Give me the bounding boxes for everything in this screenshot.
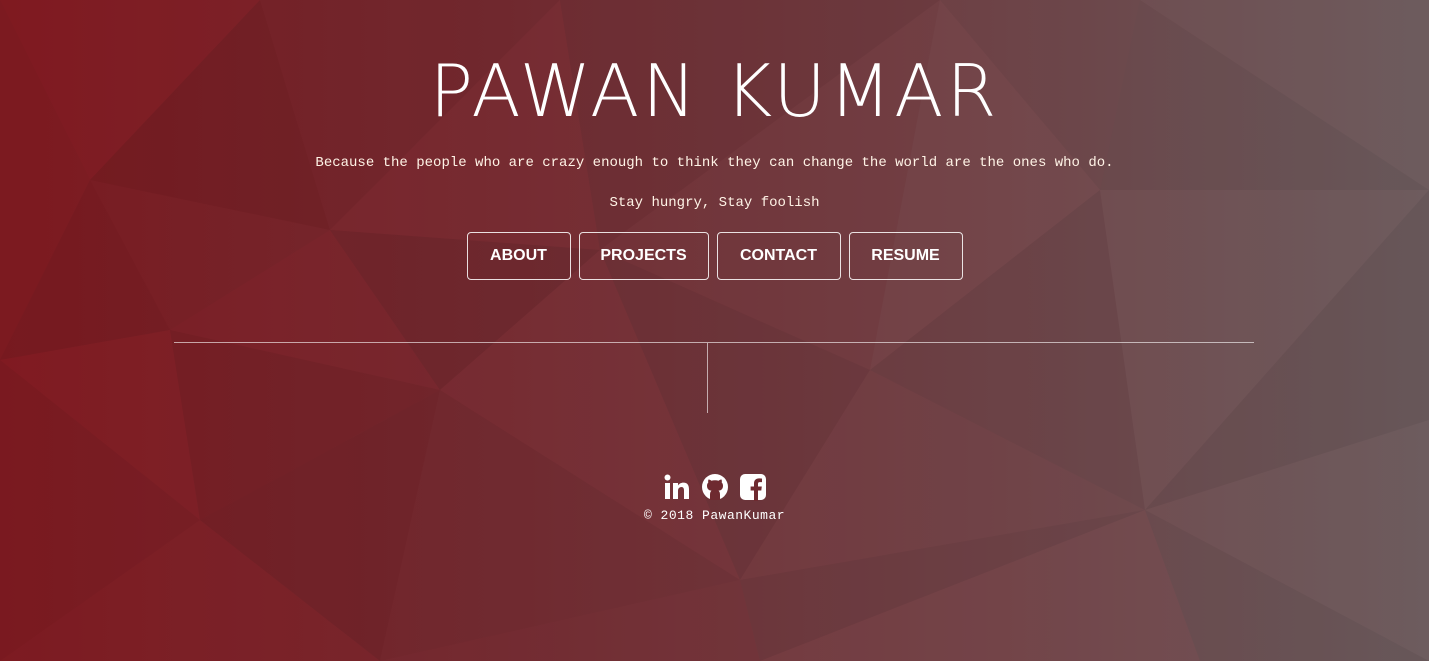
contact-button[interactable]: CONTACT	[716, 232, 841, 280]
social-links	[0, 472, 1429, 502]
main-nav: ABOUT PROJECTS CONTACT RESUME	[0, 232, 1429, 280]
linkedin-icon	[664, 474, 689, 499]
about-button[interactable]: ABOUT	[466, 232, 571, 280]
vertical-divider	[707, 343, 708, 413]
projects-button[interactable]: PROJECTS	[578, 232, 709, 280]
page-title: PAWAN KUMAR	[429, 49, 1000, 133]
resume-button[interactable]: RESUME	[848, 232, 963, 280]
tagline-quote: Because the people who are crazy enough …	[315, 155, 1114, 171]
copyright-text: © 2018 PawanKumar	[643, 508, 786, 523]
facebook-icon	[739, 474, 766, 501]
horizontal-divider	[174, 342, 1254, 343]
linkedin-link[interactable]	[662, 472, 692, 502]
github-link[interactable]	[700, 472, 730, 502]
facebook-link[interactable]	[738, 472, 768, 502]
tagline-motto: Stay hungry, Stay foolish	[609, 195, 820, 211]
page-content: PAWAN KUMAR Because the people who are c…	[0, 0, 1429, 661]
github-icon	[701, 474, 728, 500]
